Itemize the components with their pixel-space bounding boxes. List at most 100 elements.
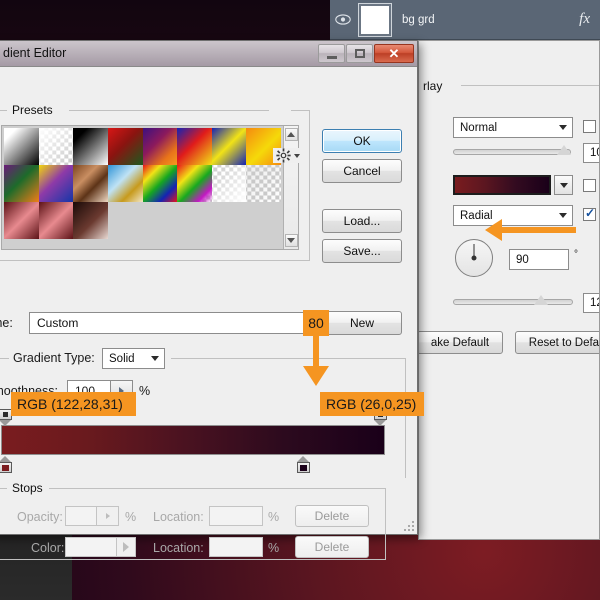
stop-color-label: Color: [31, 541, 64, 555]
preset-swatch[interactable] [143, 128, 178, 165]
gradient-type-value: Solid [109, 353, 135, 365]
stop-location-unit-1: % [268, 510, 279, 524]
minimize-icon[interactable] [318, 44, 345, 63]
ok-button[interactable]: OK [322, 129, 402, 153]
fx-icon[interactable]: fx [579, 11, 590, 28]
window-controls[interactable]: ✕ [318, 44, 414, 63]
gear-icon [276, 148, 291, 163]
color-stop-right[interactable] [297, 456, 310, 473]
opacity-slider[interactable] [453, 149, 571, 155]
resize-grip[interactable] [402, 519, 414, 531]
dither-checkbox-box[interactable] [583, 120, 596, 133]
gradient-overlay-section-title: rlay [423, 79, 447, 93]
stop-opacity-unit: % [125, 510, 136, 524]
gradient-style-select[interactable]: Radial [453, 205, 573, 226]
top-toolbar-area [0, 0, 330, 40]
save-label: Save... [343, 244, 380, 258]
preset-swatch[interactable] [212, 165, 247, 202]
gradient-strip[interactable] [1, 425, 385, 455]
close-icon[interactable]: ✕ [374, 44, 414, 63]
gradient-editor-titlebar[interactable]: dient Editor ✕ [0, 41, 417, 67]
annotation-angle-arrow [485, 219, 502, 241]
gradient-type-select[interactable]: Solid [102, 348, 165, 369]
preset-swatch[interactable] [39, 128, 74, 165]
scale-value: 120 [590, 297, 600, 309]
presets-frame-line [69, 110, 269, 111]
preset-swatch[interactable] [73, 165, 108, 202]
gradient-dropdown-button[interactable] [554, 175, 573, 195]
stops-frame-line [0, 559, 386, 560]
blend-mode-value: Normal [460, 122, 497, 134]
gradient-preview-swatch [455, 177, 549, 193]
annotation-right-stop-rgb: RGB (26,0,25) [320, 392, 424, 416]
new-button[interactable]: New [322, 311, 402, 335]
opacity-slider-knob[interactable] [557, 145, 571, 155]
preset-swatch[interactable] [108, 128, 143, 165]
gradient-preview-button[interactable] [453, 175, 551, 195]
stops-frame-line [385, 488, 386, 559]
gradient-name-input[interactable]: Custom [29, 312, 311, 334]
scale-slider-knob[interactable] [534, 295, 548, 305]
layer-style-panel[interactable]: rlay Normal Dithe 100 Rever [418, 40, 600, 540]
cancel-button[interactable]: Cancel [322, 159, 402, 183]
angle-dial[interactable] [455, 239, 493, 277]
stop-location-label-2: Location: [153, 541, 204, 555]
preset-swatch[interactable] [177, 165, 212, 202]
gradient-type-label: Gradient Type: [13, 351, 95, 365]
opacity-value-field[interactable]: 100 [583, 143, 600, 163]
color-stop-left[interactable] [0, 456, 12, 473]
reset-default-label: Reset to Default [529, 337, 600, 349]
reset-to-default-button[interactable]: Reset to Default [515, 331, 600, 354]
preset-swatch[interactable] [108, 165, 143, 202]
presets-scrollbar[interactable] [283, 126, 298, 249]
presets-menu-button[interactable] [273, 148, 303, 163]
layer-thumbnail[interactable] [358, 3, 392, 37]
preset-swatch[interactable] [4, 165, 39, 202]
save-button[interactable]: Save... [322, 239, 402, 263]
preset-swatch[interactable] [73, 128, 108, 165]
preset-swatch[interactable] [143, 165, 178, 202]
preset-swatch[interactable] [39, 165, 74, 202]
gradient-editor-dialog[interactable]: dient Editor ✕ Presets [0, 40, 418, 535]
preset-swatch[interactable] [39, 202, 74, 239]
scroll-up-icon[interactable] [285, 128, 298, 141]
annotation-badge-80: 80 [303, 310, 329, 336]
make-default-label: ake Default [431, 337, 489, 349]
preset-swatch[interactable] [246, 165, 281, 202]
scale-value-field[interactable]: 120 [583, 293, 600, 313]
scale-slider[interactable] [453, 299, 573, 305]
presets-grid[interactable] [2, 126, 283, 249]
eye-icon[interactable] [330, 14, 356, 25]
opacity-value: 100 [590, 147, 600, 159]
load-button[interactable]: Load... [322, 209, 402, 233]
preset-swatch[interactable] [4, 128, 39, 165]
reverse-checkbox-box[interactable] [583, 179, 596, 192]
preset-swatch[interactable] [4, 202, 39, 239]
stop-location-unit-2: % [268, 541, 279, 555]
delete-label-2: Delete [315, 540, 350, 554]
preset-swatch[interactable] [177, 128, 212, 165]
preset-swatch[interactable] [73, 202, 108, 239]
stops-frame-line [49, 488, 386, 489]
reverse-checkbox[interactable]: Rever [583, 179, 600, 192]
blend-mode-select[interactable]: Normal [453, 117, 573, 138]
degree-symbol: ° [574, 249, 578, 260]
make-default-button[interactable]: ake Default [418, 331, 503, 354]
angle-value-field[interactable]: 90 [509, 249, 569, 270]
scroll-down-icon[interactable] [285, 234, 298, 247]
gradient-preview-control[interactable] [453, 175, 573, 195]
chevron-down-icon [554, 125, 572, 130]
preset-swatch[interactable] [212, 128, 247, 165]
gradient-type-frame-line [0, 358, 9, 359]
delete-label-1: Delete [315, 509, 350, 523]
dither-checkbox[interactable]: Dithe [583, 120, 600, 133]
align-with-layer-checkbox[interactable]: Align [583, 208, 600, 221]
name-label: ame: [0, 316, 13, 330]
align-checkbox-box[interactable] [583, 208, 596, 221]
presets-list[interactable] [1, 125, 299, 250]
delete-opacity-stop-button: Delete [295, 505, 369, 527]
stop-color-swatch [65, 537, 117, 557]
maximize-icon[interactable] [346, 44, 373, 63]
gradient-name-value: Custom [37, 316, 78, 330]
layer-row-bg-grd[interactable]: bg grd fx [330, 0, 600, 40]
